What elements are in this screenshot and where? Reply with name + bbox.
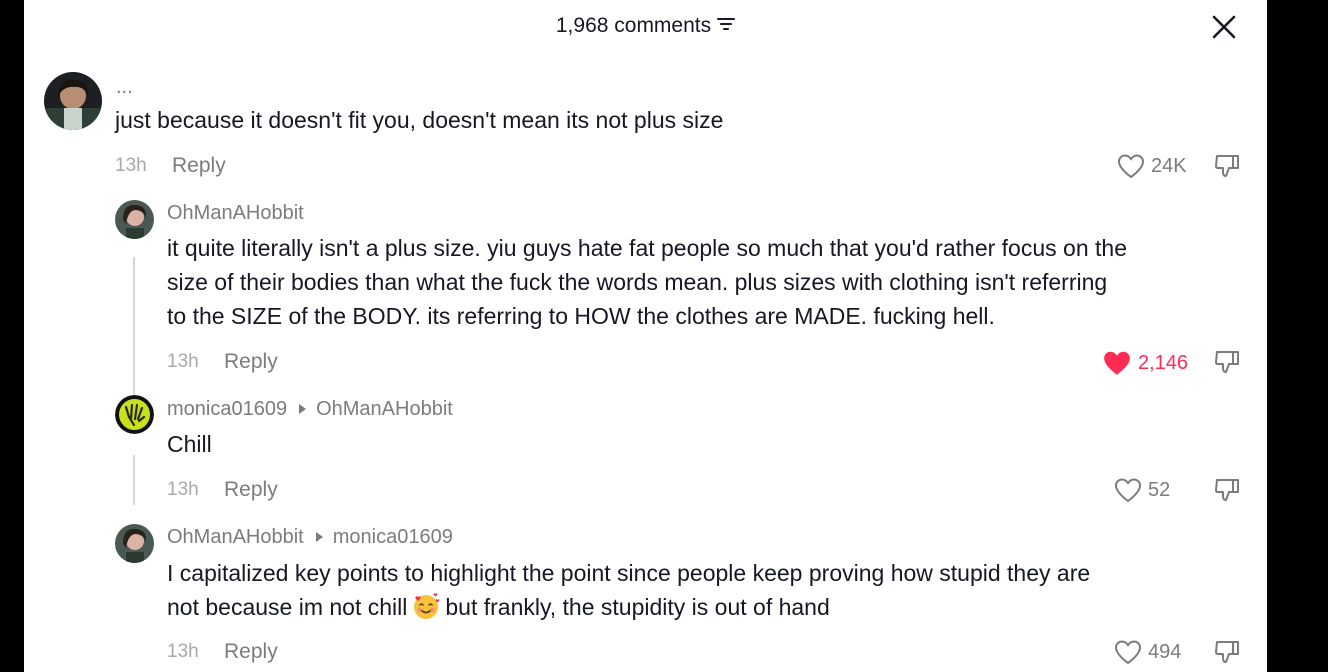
avatar[interactable]	[115, 524, 154, 563]
dislike-icon[interactable]	[1213, 476, 1241, 504]
comment-text-line: I capitalized key points to highlight th…	[167, 560, 1091, 586]
comment-username[interactable]: OhManAHobbit	[167, 526, 304, 548]
comment-text: Chill	[167, 431, 212, 457]
heart-icon	[1114, 640, 1142, 665]
avatar[interactable]	[115, 395, 154, 434]
reply-arrow-icon	[299, 403, 307, 414]
like-count: 24K	[1151, 154, 1187, 177]
comment-text-part: not because im not chill	[167, 594, 408, 620]
like-button[interactable]: 24K	[1117, 153, 1187, 179]
comment-text-line: size of their bodies than what the fuck …	[167, 269, 1108, 295]
comment-time: 13h	[167, 641, 199, 662]
reply-arrow-icon	[315, 531, 323, 542]
dislike-icon[interactable]	[1213, 348, 1241, 376]
comments-panel: 1,968 comments ... just because it doesn…	[24, 0, 1267, 672]
comment-text-line: not because im not chill but frankly, the…	[167, 590, 1090, 624]
thread-line	[133, 455, 135, 505]
comment-text-line: it quite literally isn't a plus size. yi…	[167, 235, 1127, 261]
avatar[interactable]	[44, 72, 102, 130]
comments-count: 1,968 comments	[555, 14, 712, 37]
thread-line	[133, 257, 135, 404]
dislike-icon[interactable]	[1213, 152, 1241, 180]
comment-text-line: to the SIZE of the BODY. its referring t…	[167, 303, 995, 329]
like-count: 494	[1148, 640, 1182, 663]
comment-username[interactable]: ...	[116, 76, 133, 99]
heart-filled-icon	[1104, 351, 1130, 375]
reply-to-username[interactable]: OhManAHobbit	[316, 398, 453, 420]
heart-icon	[1117, 154, 1145, 179]
reply-button[interactable]: Reply	[224, 478, 278, 502]
comment-username-line: monica01609 OhManAHobbit	[167, 398, 453, 421]
comment-text-part: but frankly, the stupidity is out of han…	[445, 594, 830, 620]
close-icon[interactable]	[1211, 14, 1237, 40]
smiling-face-with-hearts-icon	[411, 591, 441, 621]
like-count: 2,146	[1138, 351, 1189, 374]
reply-to-username[interactable]: monica01609	[333, 526, 453, 548]
comment-text: it quite literally isn't a plus size. yi…	[167, 231, 1127, 333]
like-count: 52	[1148, 478, 1171, 501]
reply-button[interactable]: Reply	[172, 154, 226, 178]
dislike-icon[interactable]	[1213, 638, 1241, 666]
comment-time: 13h	[115, 155, 147, 176]
comment-username[interactable]: OhManAHobbit	[167, 202, 304, 225]
avatar[interactable]	[115, 200, 154, 239]
like-button[interactable]: 494	[1114, 639, 1181, 665]
heart-icon	[1114, 478, 1142, 503]
comment-text: just because it doesn't fit you, doesn't…	[115, 107, 724, 133]
like-button[interactable]: 52	[1114, 477, 1170, 503]
sort-icon[interactable]	[717, 14, 736, 38]
reply-button[interactable]: Reply	[224, 350, 278, 374]
like-button[interactable]: 2,146	[1102, 349, 1188, 377]
comment-time: 13h	[167, 479, 199, 500]
comment-username-line: OhManAHobbit monica01609	[167, 526, 453, 549]
comment-text: I capitalized key points to highlight th…	[167, 556, 1090, 624]
comment-time: 13h	[167, 351, 199, 372]
reply-button[interactable]: Reply	[224, 640, 278, 664]
comments-header: 1,968 comments	[24, 14, 1267, 38]
comment-username[interactable]: monica01609	[167, 398, 287, 420]
